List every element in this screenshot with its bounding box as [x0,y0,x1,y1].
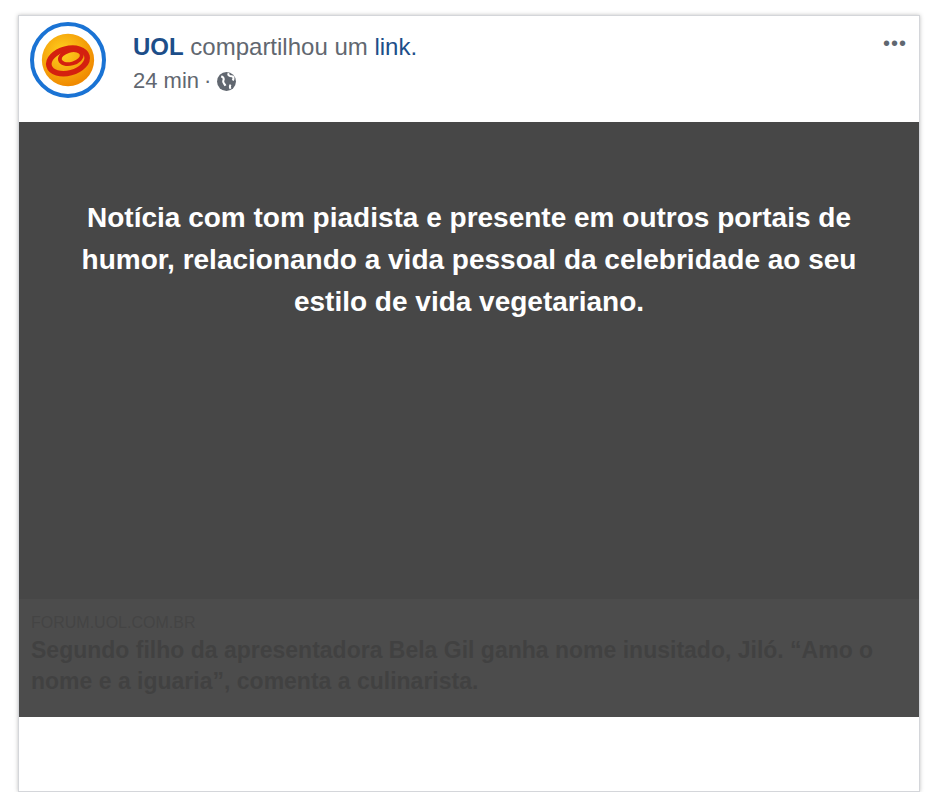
post-time[interactable]: 24 min [133,68,199,94]
avatar[interactable] [30,22,106,98]
separator: · [204,68,211,94]
action-text: compartilhou um [190,33,367,60]
post-meta: UOL compartilhou um link. 24 min · [133,22,883,94]
post-header: UOL compartilhou um link. 24 min · ••• [19,16,919,122]
post-card: UOL compartilhou um link. 24 min · ••• F… [18,15,920,792]
overlay-text: Notícia com tom piadista e presente em o… [79,197,859,323]
uol-logo-icon [40,32,96,88]
post-title: UOL compartilhou um link. [133,32,883,62]
more-menu-button[interactable]: ••• [883,22,907,55]
warning-overlay: Notícia com tom piadista e presente em o… [19,122,919,717]
post-time-row: 24 min · [133,68,883,94]
post-footer [19,717,919,791]
action-link[interactable]: link. [374,33,417,60]
globe-icon [216,71,237,92]
author-name[interactable]: UOL [133,33,184,60]
shared-link[interactable]: FORUM.UOL.COM.BR Segundo filho da aprese… [19,122,919,717]
